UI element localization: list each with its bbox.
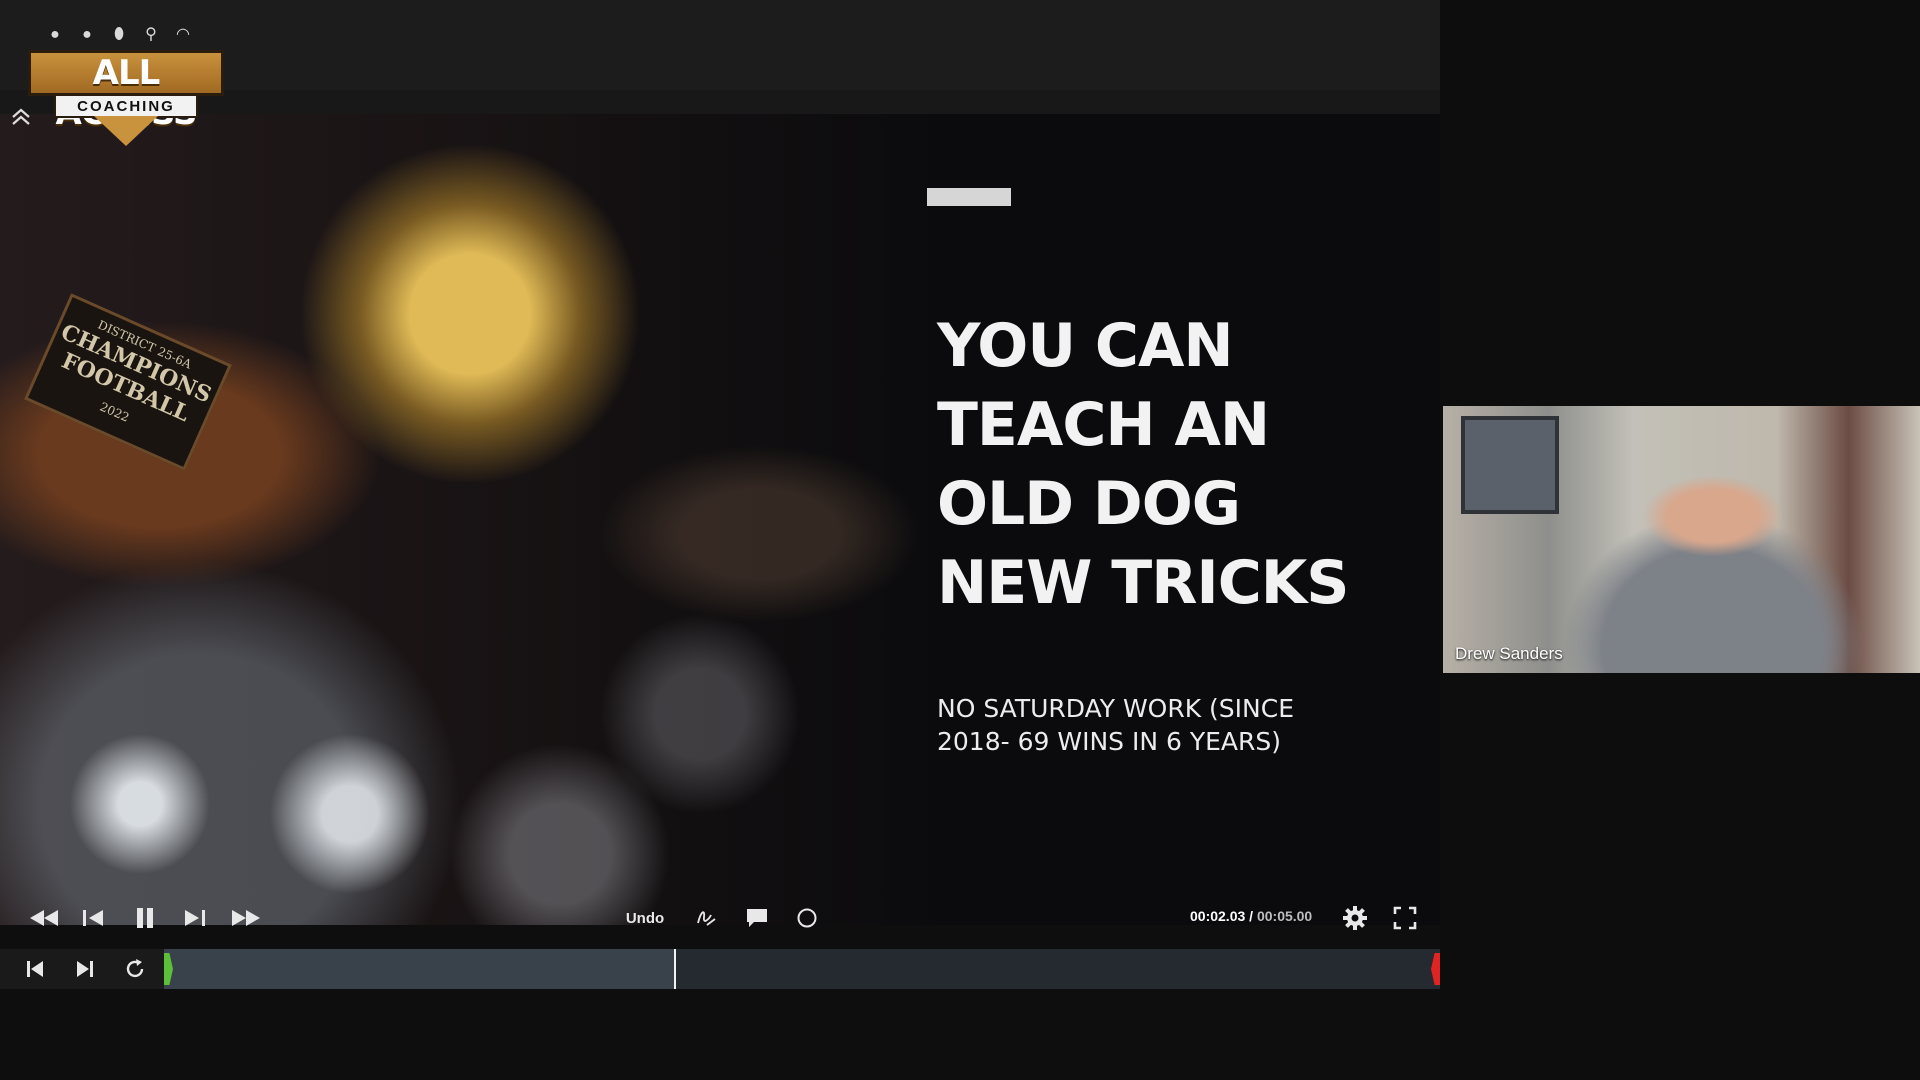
logo-sport-icons: ● ● ⬮ ⚲ ◠	[46, 26, 192, 44]
trophy-plate: DISTRICT 25-6A CHAMPIONS FOOTBALL 2022	[24, 293, 232, 471]
current-time: 00:02.03	[1190, 908, 1246, 924]
settings-gear-icon[interactable]	[1340, 900, 1370, 936]
step-back-button[interactable]	[76, 900, 110, 936]
logo-title: ALL ACCESS	[28, 50, 224, 133]
all-access-coaching-logo: ● ● ⬮ ⚲ ◠ ALL ACCESS COACHING	[28, 22, 224, 154]
football-icon: ⬮	[113, 26, 125, 43]
fast-forward-button[interactable]	[226, 900, 266, 936]
slide-subtitle: NO SATURDAY WORK (SINCE 2018- 69 WINS IN…	[937, 692, 1377, 758]
volleyball-icon: ●	[82, 26, 92, 43]
collapse-chevron-icon[interactable]	[10, 106, 34, 130]
slide-title-line-4: NEW TRICKS	[937, 548, 1349, 618]
slide-title-line-1: YOU CAN	[937, 311, 1234, 381]
slide-subtitle-line-1: NO SATURDAY WORK (SINCE	[937, 694, 1295, 723]
fullscreen-icon[interactable]	[1390, 900, 1420, 936]
pause-button[interactable]	[128, 900, 162, 936]
rewind-button[interactable]	[24, 900, 64, 936]
lacrosse-icon: ⚲	[145, 26, 157, 43]
timeline-track[interactable]	[164, 949, 1440, 989]
wall-picture-frame	[1461, 416, 1559, 514]
undo-button[interactable]: Undo	[620, 900, 670, 936]
slide-subtitle-line-2: 2018- 69 WINS IN 6 YEARS)	[937, 727, 1281, 756]
presentation-slide: DISTRICT 25-6A CHAMPIONS FOOTBALL 2022 Y…	[0, 114, 1440, 925]
time-display: 00:02.03 / 00:05.00	[1190, 908, 1312, 924]
participant-name: Drew Sanders	[1455, 644, 1563, 663]
draw-tool-icon[interactable]	[692, 900, 722, 936]
logo-shield-tip	[94, 116, 158, 146]
step-forward-button[interactable]	[178, 900, 212, 936]
baseball-icon: ●	[50, 26, 60, 43]
logo-subtitle: COACHING	[54, 94, 198, 118]
slide-title-line-3: OLD DOG	[937, 469, 1241, 539]
time-separator: /	[1245, 908, 1257, 924]
slide-title-line-2: TEACH AN	[937, 390, 1270, 460]
circle-tool-icon[interactable]	[792, 900, 822, 936]
helmet-icon: ◠	[176, 26, 190, 43]
skip-to-end-icon[interactable]	[70, 951, 100, 987]
participant-video[interactable]: Drew Sanders	[1443, 406, 1920, 673]
trophy-photo: DISTRICT 25-6A CHAMPIONS FOOTBALL 2022	[0, 114, 940, 925]
comment-icon[interactable]	[742, 900, 772, 936]
duration: 00:05.00	[1256, 908, 1313, 924]
timeline-played	[164, 949, 674, 989]
playhead[interactable]	[674, 949, 676, 989]
timeline-bar	[0, 949, 1440, 989]
replay-icon[interactable]	[120, 951, 150, 987]
slide-accent-dash	[927, 188, 1011, 206]
slide-title: YOU CAN TEACH AN OLD DOG NEW TRICKS	[937, 307, 1417, 623]
skip-to-start-icon[interactable]	[20, 951, 50, 987]
